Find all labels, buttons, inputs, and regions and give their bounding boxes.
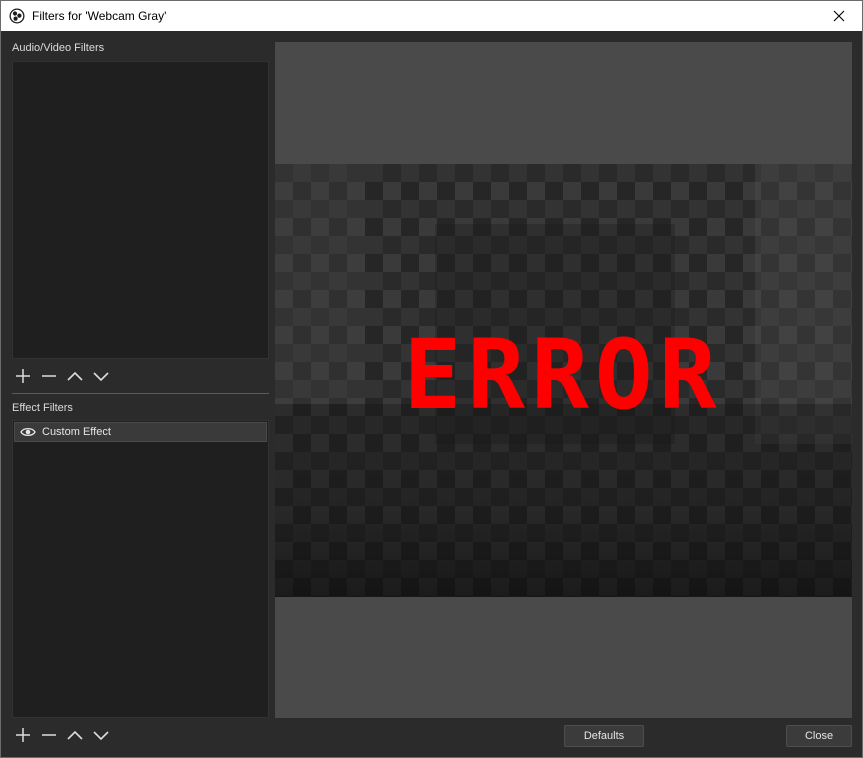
remove-audio-video-filter-button[interactable] xyxy=(39,366,59,386)
title-bar: Filters for 'Webcam Gray' xyxy=(0,0,863,31)
minus-icon xyxy=(42,375,56,377)
minus-icon xyxy=(42,734,56,736)
effect-filters-toolbar xyxy=(13,725,111,745)
chevron-up-icon xyxy=(67,730,83,740)
chevron-down-icon xyxy=(93,372,109,382)
move-up-effect-filter-button[interactable] xyxy=(65,725,85,745)
add-audio-video-filter-button[interactable] xyxy=(13,366,33,386)
chevron-down-icon xyxy=(93,731,109,741)
move-up-audio-video-filter-button[interactable] xyxy=(65,366,85,386)
panel-splitter[interactable] xyxy=(12,393,269,394)
add-effect-filter-button[interactable] xyxy=(13,725,33,745)
effect-filter-label: Custom Effect xyxy=(42,426,111,438)
plus-icon xyxy=(16,728,30,742)
plus-icon xyxy=(16,369,30,383)
move-down-effect-filter-button[interactable] xyxy=(91,725,111,745)
move-down-audio-video-filter-button[interactable] xyxy=(91,366,111,386)
preview-image: ERROR xyxy=(275,164,852,597)
audio-video-filters-label: Audio/Video Filters xyxy=(12,42,105,54)
audio-video-filters-toolbar xyxy=(13,366,111,386)
remove-effect-filter-button[interactable] xyxy=(39,725,59,745)
filters-window: Audio/Video Filters Effect Filters Custo… xyxy=(0,31,863,758)
effect-filters-label: Effect Filters xyxy=(12,402,73,414)
close-icon[interactable] xyxy=(816,1,862,31)
filter-preview: ERROR xyxy=(275,42,852,718)
chevron-up-icon xyxy=(67,371,83,381)
window-title: Filters for 'Webcam Gray' xyxy=(32,9,167,23)
effect-filters-list[interactable]: Custom Effect xyxy=(12,420,269,718)
error-text: ERROR xyxy=(404,319,723,431)
eye-icon[interactable] xyxy=(20,424,36,440)
list-item[interactable]: Custom Effect xyxy=(14,422,267,442)
audio-video-filters-list[interactable] xyxy=(12,61,269,359)
close-button[interactable]: Close xyxy=(786,725,852,747)
obs-logo-icon xyxy=(9,8,25,24)
defaults-button[interactable]: Defaults xyxy=(564,725,644,747)
